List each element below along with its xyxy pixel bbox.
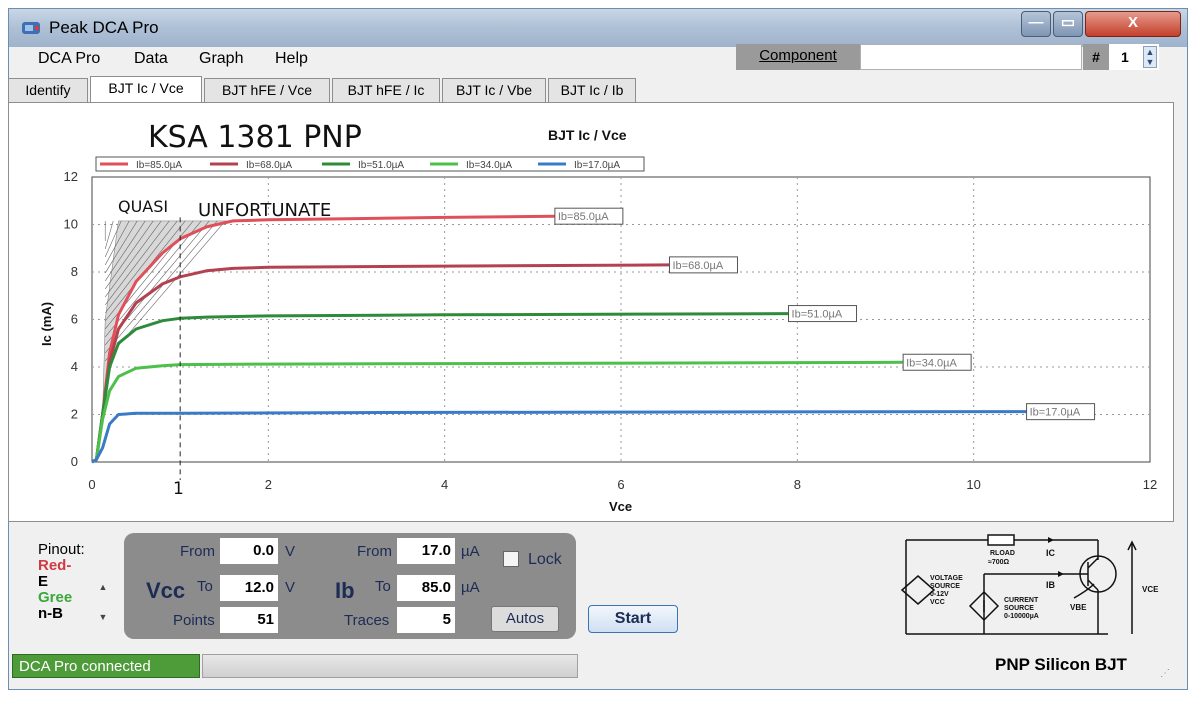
ib-from-field[interactable]: 17.0 [397, 538, 455, 564]
lock-label: Lock [528, 551, 562, 568]
vbe-label: VBE [1070, 603, 1087, 612]
series-end-label: Ib=17.0µA [1030, 407, 1081, 419]
pinout-item: Red- [38, 558, 72, 574]
x-tick-label: 10 [966, 477, 980, 492]
vcc-from-label: From [180, 543, 215, 560]
rload-label: RLOAD [990, 550, 1015, 557]
y-axis-label: Ic (mA) [39, 302, 54, 346]
ib-to-field[interactable]: 85.0 [397, 575, 455, 601]
series-end-label: Ib=34.0µA [906, 357, 957, 369]
x-tick-label: 8 [794, 477, 801, 492]
unfortunate-annotation: UNFORTUNATE [198, 200, 331, 221]
rload-value: ≈700Ω [988, 559, 1010, 566]
y-tick-label: 12 [64, 169, 78, 184]
pinout-scroll-arrows-icon[interactable]: ▲ ▼ [96, 582, 110, 630]
points-field[interactable]: 51 [220, 607, 278, 633]
isource-line-2: SOURCE [1004, 605, 1034, 612]
ic-label: IC [1046, 548, 1056, 558]
y-tick-label: 6 [71, 312, 78, 327]
y-tick-label: 0 [71, 454, 78, 469]
device-type-status: PNP Silicon BJT [995, 655, 1127, 674]
ic-vce-chart: KSA 1381 PNP BJT Ic / Vce Ib=85.0µA Ib=68… [39, 120, 1157, 514]
vcc-label: Vcc [146, 578, 186, 603]
vce-label: VCE [1142, 585, 1159, 594]
vcc-to-unit: V [285, 579, 296, 596]
ib-label: Ib [335, 578, 355, 603]
handwritten-part-label: KSA 1381 PNP [148, 120, 362, 155]
connection-status: DCA Pro connected [12, 654, 200, 678]
points-label: Points [173, 612, 215, 629]
x-tick-label: 4 [441, 477, 448, 492]
ib-from-label: From [357, 543, 392, 560]
ib-circuit-label: IB [1046, 580, 1056, 590]
x-axis-label: Vce [609, 499, 632, 514]
lock-checkbox[interactable] [503, 551, 519, 567]
x-tick-label: 0 [88, 477, 95, 492]
y-tick-label: 4 [71, 359, 78, 374]
ib-to-label: To [375, 578, 391, 595]
vsource-line-3: 0-12V [930, 591, 949, 598]
traces-label: Traces [344, 612, 390, 629]
chart-legend: Ib=85.0µA Ib=68.0µA Ib=51.0µA Ib=34.0µA Ib=1… [95, 156, 645, 172]
progress-bar [202, 654, 578, 678]
autos-button[interactable]: Autos [491, 606, 559, 632]
vcc-to-field[interactable]: 12.0 [220, 575, 278, 601]
legend-entry: Ib=34.0µA [466, 160, 512, 171]
series-end-label: Ib=68.0µA [672, 260, 723, 272]
y-tick-label: 10 [64, 217, 78, 232]
legend-entry: Ib=51.0µA [358, 160, 404, 171]
isource-line-3: 0-10000µA [1004, 613, 1039, 620]
vsource-line-2: SOURCE [930, 583, 960, 590]
test-circuit-diagram: RLOAD ≈700Ω IC IB VOLTAGE SOURCE 0-12V V… [900, 534, 1159, 635]
vcc-from-field[interactable]: 0.0 [220, 538, 278, 564]
traces-field[interactable]: 5 [397, 607, 455, 633]
vsource-line-4: VCC [930, 599, 945, 606]
vcc-to-label: To [197, 578, 213, 595]
vsource-line-1: VOLTAGE [930, 575, 963, 582]
x-tick-label: 12 [1143, 477, 1157, 492]
quasi-annotation: QUASI [118, 197, 168, 216]
start-button[interactable]: Start [588, 605, 678, 633]
legend-entry: Ib=17.0µA [574, 160, 620, 171]
handwritten-one-mark: 1 [173, 479, 184, 499]
series-end-label: Ib=85.0µA [558, 211, 609, 223]
y-tick-label: 2 [71, 407, 78, 422]
series-end-label: Ib=51.0µA [792, 309, 843, 321]
isource-line-1: CURRENT [1004, 597, 1039, 604]
legend-entry: Ib=85.0µA [136, 160, 182, 171]
chart-title: BJT Ic / Vce [548, 127, 627, 143]
pinout-label: Pinout: [38, 541, 85, 558]
vcc-from-unit: V [285, 543, 296, 560]
ib-from-unit: µA [461, 543, 480, 560]
ib-to-unit: µA [461, 579, 480, 596]
y-tick-label: 8 [71, 264, 78, 279]
resize-grip-icon[interactable]: ⋰ [1160, 668, 1170, 679]
x-tick-label: 2 [265, 477, 272, 492]
x-tick-label: 6 [617, 477, 624, 492]
legend-entry: Ib=68.0µA [246, 160, 292, 171]
